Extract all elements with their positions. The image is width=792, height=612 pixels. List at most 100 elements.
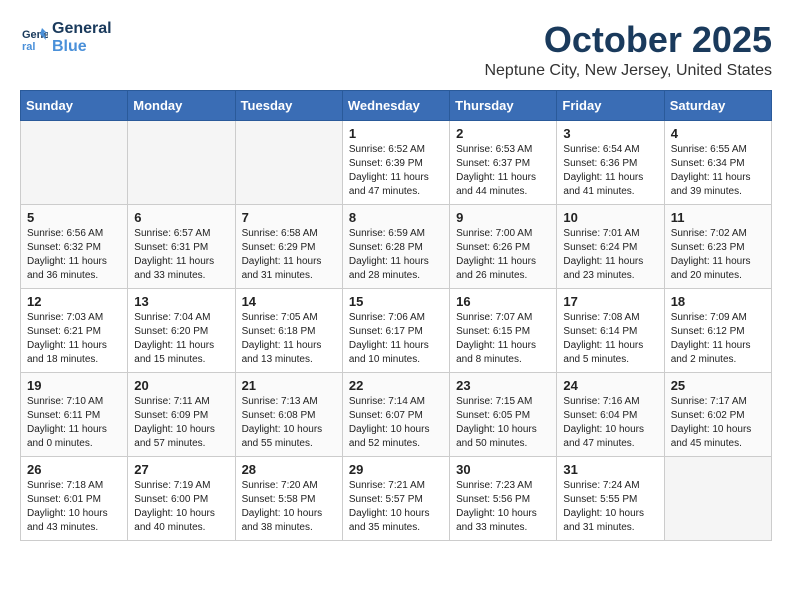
day-info: Sunrise: 7:11 AM Sunset: 6:09 PM Dayligh… <box>134 395 228 451</box>
day-info: Sunrise: 7:16 AM Sunset: 6:04 PM Dayligh… <box>563 395 657 451</box>
day-info: Sunrise: 6:59 AM Sunset: 6:28 PM Dayligh… <box>349 227 443 283</box>
calendar-day-cell <box>235 120 342 204</box>
day-number: 1 <box>349 126 443 141</box>
day-info: Sunrise: 7:06 AM Sunset: 6:17 PM Dayligh… <box>349 311 443 367</box>
weekday-header: Tuesday <box>235 90 342 120</box>
day-info: Sunrise: 7:05 AM Sunset: 6:18 PM Dayligh… <box>242 311 336 367</box>
day-info: Sunrise: 6:54 AM Sunset: 6:36 PM Dayligh… <box>563 143 657 199</box>
day-info: Sunrise: 7:01 AM Sunset: 6:24 PM Dayligh… <box>563 227 657 283</box>
day-number: 20 <box>134 378 228 393</box>
day-info: Sunrise: 6:55 AM Sunset: 6:34 PM Dayligh… <box>671 143 765 199</box>
calendar-day-cell: 20 Sunrise: 7:11 AM Sunset: 6:09 PM Dayli… <box>128 372 235 456</box>
day-info: Sunrise: 7:02 AM Sunset: 6:23 PM Dayligh… <box>671 227 765 283</box>
day-number: 19 <box>27 378 121 393</box>
page-header: Gene ral General Blue October 2025 Neptu… <box>20 20 772 80</box>
calendar-day-cell: 21Sunrise: 7:13 AM Sunset: 6:08 PM Dayli… <box>235 372 342 456</box>
calendar-week-row: 12 Sunrise: 7:03 AM Sunset: 6:21 PM Dayli… <box>21 288 772 372</box>
day-info: Sunrise: 6:58 AM Sunset: 6:29 PM Dayligh… <box>242 227 336 283</box>
day-number: 22 <box>349 378 443 393</box>
day-info: Sunrise: 7:20 AM Sunset: 5:58 PM Dayligh… <box>242 479 336 535</box>
calendar-day-cell: 4Sunrise: 6:55 AM Sunset: 6:34 PM Daylig… <box>664 120 771 204</box>
day-number: 27 <box>134 462 228 477</box>
day-number: 7 <box>242 210 336 225</box>
calendar-day-cell: 22 Sunrise: 7:14 AM Sunset: 6:07 PM Dayli… <box>342 372 449 456</box>
logo-line2: Blue <box>52 38 112 56</box>
day-number: 23 <box>456 378 550 393</box>
calendar-day-cell: 6Sunrise: 6:57 AM Sunset: 6:31 PM Daylig… <box>128 204 235 288</box>
day-info: Sunrise: 6:57 AM Sunset: 6:31 PM Dayligh… <box>134 227 228 283</box>
weekday-header: Monday <box>128 90 235 120</box>
day-info: Sunrise: 7:08 AM Sunset: 6:14 PM Dayligh… <box>563 311 657 367</box>
day-number: 26 <box>27 462 121 477</box>
calendar-day-cell: 15 Sunrise: 7:06 AM Sunset: 6:17 PM Dayli… <box>342 288 449 372</box>
calendar-day-cell <box>128 120 235 204</box>
day-number: 9 <box>456 210 550 225</box>
calendar-day-cell: 29 Sunrise: 7:21 AM Sunset: 5:57 PM Dayli… <box>342 456 449 540</box>
calendar-header-row: SundayMondayTuesdayWednesdayThursdayFrid… <box>21 90 772 120</box>
day-number: 25 <box>671 378 765 393</box>
calendar-day-cell: 10Sunrise: 7:01 AM Sunset: 6:24 PM Dayli… <box>557 204 664 288</box>
day-number: 2 <box>456 126 550 141</box>
calendar-day-cell: 25 Sunrise: 7:17 AM Sunset: 6:02 PM Dayli… <box>664 372 771 456</box>
day-number: 30 <box>456 462 550 477</box>
day-info: Sunrise: 7:15 AM Sunset: 6:05 PM Dayligh… <box>456 395 550 451</box>
day-info: Sunrise: 7:17 AM Sunset: 6:02 PM Dayligh… <box>671 395 765 451</box>
calendar-day-cell: 1 Sunrise: 6:52 AM Sunset: 6:39 PM Daylig… <box>342 120 449 204</box>
weekday-header: Thursday <box>450 90 557 120</box>
logo-line1: General <box>52 20 112 38</box>
calendar-day-cell: 5 Sunrise: 6:56 AM Sunset: 6:32 PM Daylig… <box>21 204 128 288</box>
day-info: Sunrise: 6:53 AM Sunset: 6:37 PM Dayligh… <box>456 143 550 199</box>
day-number: 11 <box>671 210 765 225</box>
day-number: 8 <box>349 210 443 225</box>
day-info: Sunrise: 6:56 AM Sunset: 6:32 PM Dayligh… <box>27 227 121 283</box>
day-info: Sunrise: 7:13 AM Sunset: 6:08 PM Dayligh… <box>242 395 336 451</box>
day-number: 28 <box>242 462 336 477</box>
calendar-day-cell: 23 Sunrise: 7:15 AM Sunset: 6:05 PM Dayli… <box>450 372 557 456</box>
weekday-header: Saturday <box>664 90 771 120</box>
title-block: October 2025 Neptune City, New Jersey, U… <box>484 20 772 80</box>
logo-icon: Gene ral <box>20 24 48 52</box>
day-info: Sunrise: 6:52 AM Sunset: 6:39 PM Dayligh… <box>349 143 443 199</box>
calendar-day-cell: 8 Sunrise: 6:59 AM Sunset: 6:28 PM Daylig… <box>342 204 449 288</box>
calendar-day-cell: 2 Sunrise: 6:53 AM Sunset: 6:37 PM Daylig… <box>450 120 557 204</box>
calendar-day-cell: 26 Sunrise: 7:18 AM Sunset: 6:01 PM Dayli… <box>21 456 128 540</box>
day-number: 18 <box>671 294 765 309</box>
calendar-table: SundayMondayTuesdayWednesdayThursdayFrid… <box>20 90 772 541</box>
calendar-day-cell <box>664 456 771 540</box>
day-number: 16 <box>456 294 550 309</box>
logo: Gene ral General Blue <box>20 20 112 56</box>
day-info: Sunrise: 7:19 AM Sunset: 6:00 PM Dayligh… <box>134 479 228 535</box>
calendar-day-cell: 27 Sunrise: 7:19 AM Sunset: 6:00 PM Dayli… <box>128 456 235 540</box>
calendar-week-row: 1 Sunrise: 6:52 AM Sunset: 6:39 PM Daylig… <box>21 120 772 204</box>
day-number: 14 <box>242 294 336 309</box>
calendar-day-cell: 12 Sunrise: 7:03 AM Sunset: 6:21 PM Dayli… <box>21 288 128 372</box>
calendar-day-cell: 30Sunrise: 7:23 AM Sunset: 5:56 PM Dayli… <box>450 456 557 540</box>
calendar-day-cell: 16Sunrise: 7:07 AM Sunset: 6:15 PM Dayli… <box>450 288 557 372</box>
calendar-day-cell: 7 Sunrise: 6:58 AM Sunset: 6:29 PM Daylig… <box>235 204 342 288</box>
calendar-day-cell: 24 Sunrise: 7:16 AM Sunset: 6:04 PM Dayli… <box>557 372 664 456</box>
calendar-day-cell <box>21 120 128 204</box>
day-number: 24 <box>563 378 657 393</box>
calendar-week-row: 5 Sunrise: 6:56 AM Sunset: 6:32 PM Daylig… <box>21 204 772 288</box>
calendar-day-cell: 19Sunrise: 7:10 AM Sunset: 6:11 PM Dayli… <box>21 372 128 456</box>
day-info: Sunrise: 7:21 AM Sunset: 5:57 PM Dayligh… <box>349 479 443 535</box>
day-number: 15 <box>349 294 443 309</box>
day-info: Sunrise: 7:18 AM Sunset: 6:01 PM Dayligh… <box>27 479 121 535</box>
day-number: 31 <box>563 462 657 477</box>
day-info: Sunrise: 7:09 AM Sunset: 6:12 PM Dayligh… <box>671 311 765 367</box>
calendar-day-cell: 3 Sunrise: 6:54 AM Sunset: 6:36 PM Daylig… <box>557 120 664 204</box>
calendar-day-cell: 18 Sunrise: 7:09 AM Sunset: 6:12 PM Dayli… <box>664 288 771 372</box>
day-info: Sunrise: 7:14 AM Sunset: 6:07 PM Dayligh… <box>349 395 443 451</box>
weekday-header: Wednesday <box>342 90 449 120</box>
weekday-header: Friday <box>557 90 664 120</box>
day-number: 29 <box>349 462 443 477</box>
location-title: Neptune City, New Jersey, United States <box>484 62 772 80</box>
svg-text:ral: ral <box>22 41 35 52</box>
day-number: 3 <box>563 126 657 141</box>
day-number: 17 <box>563 294 657 309</box>
day-info: Sunrise: 7:03 AM Sunset: 6:21 PM Dayligh… <box>27 311 121 367</box>
day-number: 12 <box>27 294 121 309</box>
calendar-week-row: 26 Sunrise: 7:18 AM Sunset: 6:01 PM Dayli… <box>21 456 772 540</box>
day-number: 5 <box>27 210 121 225</box>
calendar-week-row: 19Sunrise: 7:10 AM Sunset: 6:11 PM Dayli… <box>21 372 772 456</box>
